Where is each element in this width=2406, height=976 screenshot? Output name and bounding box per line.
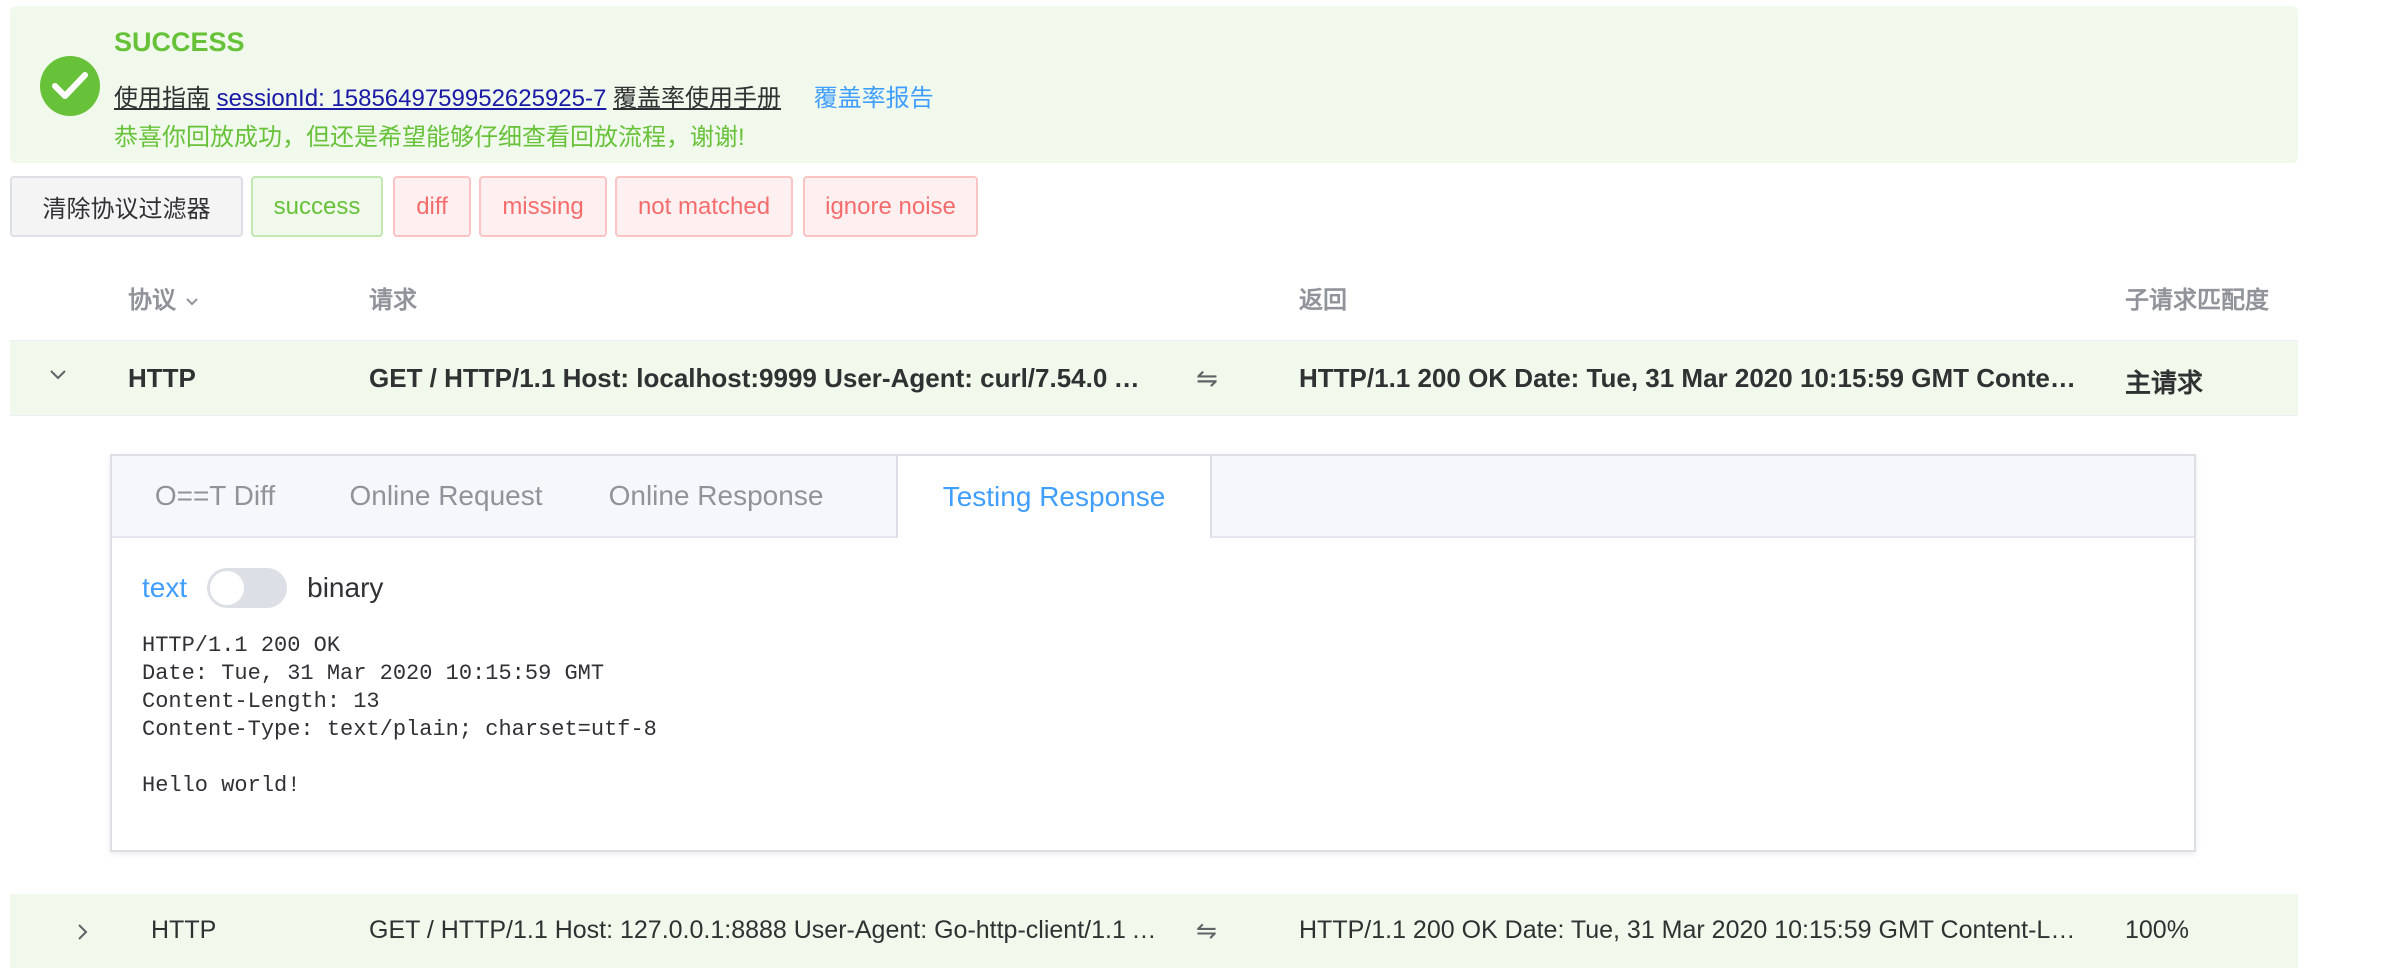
tab-testing-response[interactable]: Testing Response [896,456,1212,538]
alert-title: SUCCESS [114,27,245,57]
column-header-response: 返回 [1299,287,1347,314]
clear-filter-button[interactable]: 清除协议过滤器 [10,176,243,237]
swap-icon[interactable]: ⇋ [1196,363,1218,394]
column-header-request: 请求 [369,287,417,314]
alert-links: 使用指南 sessionId: 1585649759952625925-7 覆盖… [114,78,934,113]
row-response: HTTP/1.1 200 OK Date: Tue, 31 Mar 2020 1… [1299,916,2084,944]
text-binary-toggle: text binary [142,568,383,608]
toggle-text-label[interactable]: text [142,572,187,604]
session-link[interactable]: sessionId: 1585649759952625925-7 [217,85,607,112]
switch-knob [210,571,245,605]
check-circle-icon [40,56,100,116]
chevron-down-icon[interactable] [48,368,68,387]
row-match: 100% [2125,916,2189,944]
filter-ignore-noise-button[interactable]: ignore noise [803,176,978,237]
chevron-down-icon [185,297,198,306]
guide-link[interactable]: 使用指南 [114,85,210,112]
alert-description: 恭喜你回放成功，但还是希望能够仔细查看回放流程，谢谢! [114,124,745,151]
column-header-protocol[interactable]: 协议 [128,280,199,315]
coverage-manual-link[interactable]: 覆盖率使用手册 [613,85,781,112]
row-request: GET / HTTP/1.1 Host: localhost:9999 User… [369,363,1149,393]
filter-diff-button[interactable]: diff [393,176,471,237]
column-header-match: 子请求匹配度 [2125,287,2269,314]
detail-panel: O==T Diff Online Request Online Response… [110,454,2196,852]
format-switch[interactable] [207,568,288,608]
detail-tab-bar: O==T Diff Online Request Online Response… [112,456,2194,538]
tab-online-response[interactable]: Online Response [574,456,858,536]
response-content: HTTP/1.1 200 OK Date: Tue, 31 Mar 2020 1… [142,633,657,798]
row-match: 主请求 [2125,368,2204,398]
filter-not-matched-button[interactable]: not matched [615,176,793,237]
filter-success-button[interactable]: success [251,176,383,237]
chevron-right-icon[interactable] [76,922,90,947]
swap-icon[interactable]: ⇋ [1196,916,1217,946]
toggle-binary-label[interactable]: binary [307,572,383,604]
column-header-protocol-label: 协议 [128,287,176,314]
row-protocol: HTTP [128,363,196,393]
row-request: GET / HTTP/1.1 Host: 127.0.0.1:8888 User… [369,916,1159,944]
filter-missing-button[interactable]: missing [479,176,607,237]
row-protocol: HTTP [151,916,217,944]
tab-online-request[interactable]: Online Request [318,456,574,536]
row-response: HTTP/1.1 200 OK Date: Tue, 31 Mar 2020 1… [1299,363,2079,393]
coverage-report-link[interactable]: 覆盖率报告 [814,85,934,112]
tab-diff[interactable]: O==T Diff [112,456,318,536]
